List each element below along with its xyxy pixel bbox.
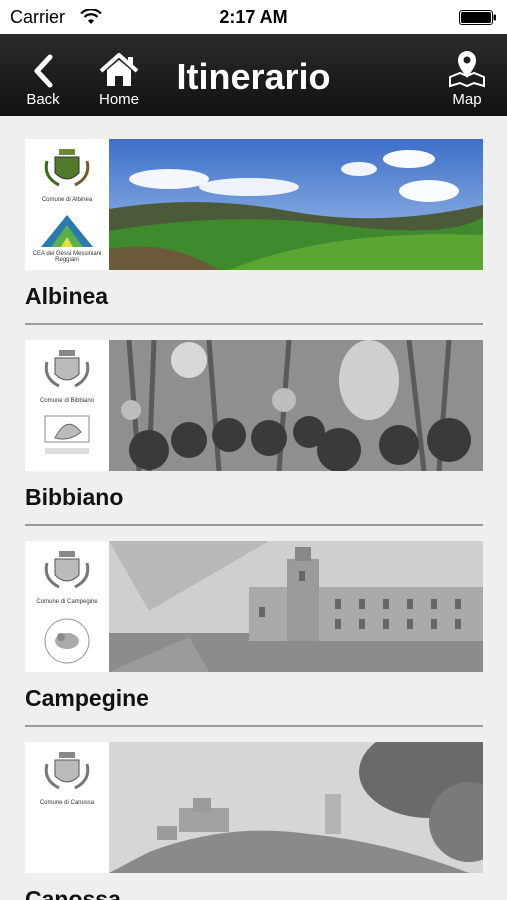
status-bar: Carrier 2:17 AM bbox=[0, 0, 507, 34]
bird-seal-icon bbox=[44, 618, 90, 664]
item-name: Bibbiano bbox=[25, 484, 124, 510]
logo-top-caption: Comune di Campegine bbox=[36, 599, 98, 605]
item-name: Albinea bbox=[25, 283, 109, 309]
status-time: 2:17 AM bbox=[219, 7, 288, 27]
coat-of-arms-icon bbox=[44, 752, 90, 790]
map-pin-icon bbox=[449, 51, 485, 88]
page-title: Itinerario bbox=[176, 56, 331, 97]
logo-panel: Comune di Albinea CEA dei Gessi Messinia… bbox=[25, 139, 109, 270]
map-label: Map bbox=[452, 91, 482, 108]
itinerary-list: Comune di Albinea CEA dei Gessi Messinia… bbox=[0, 116, 507, 900]
cea-logo-icon bbox=[41, 215, 93, 247]
coat-of-arms-icon bbox=[44, 149, 90, 187]
list-item-canossa[interactable]: Comune di Canossa Canossa bbox=[0, 719, 507, 900]
list-item-albinea[interactable]: Comune di Albinea CEA dei Gessi Messinia… bbox=[0, 116, 507, 325]
logo-bottom-caption: CEA dei Gessi Messiniani Reggiani bbox=[32, 251, 102, 263]
logo-top-caption: Comune di Canossa bbox=[39, 800, 95, 806]
logo-panel: Comune di Canossa bbox=[25, 742, 109, 873]
battery-icon bbox=[459, 10, 496, 25]
item-photo bbox=[109, 541, 483, 672]
logo-panel: Comune di Campegine bbox=[25, 541, 109, 672]
list-item-campegine[interactable]: Comune di Campegine Campegine bbox=[0, 518, 507, 727]
map-button[interactable]: Map bbox=[441, 34, 493, 116]
navigation-bar: Back Home Itinerario Map bbox=[0, 34, 507, 116]
item-photo bbox=[109, 742, 483, 873]
item-photo bbox=[109, 340, 483, 471]
leaf-logo-icon bbox=[44, 415, 90, 454]
logo-top-caption: Comune di Bibbiano bbox=[39, 398, 95, 404]
list-item-bibbiano[interactable]: Comune di Bibbiano Bibbiano bbox=[0, 317, 507, 526]
item-name: Campegine bbox=[25, 685, 149, 711]
item-photo bbox=[109, 139, 483, 270]
item-name: Canossa bbox=[25, 886, 121, 900]
coat-of-arms-icon bbox=[44, 551, 90, 589]
coat-of-arms-icon bbox=[44, 350, 90, 388]
logo-panel: Comune di Bibbiano bbox=[25, 340, 109, 471]
logo-top-caption: Comune di Albinea bbox=[41, 197, 93, 203]
